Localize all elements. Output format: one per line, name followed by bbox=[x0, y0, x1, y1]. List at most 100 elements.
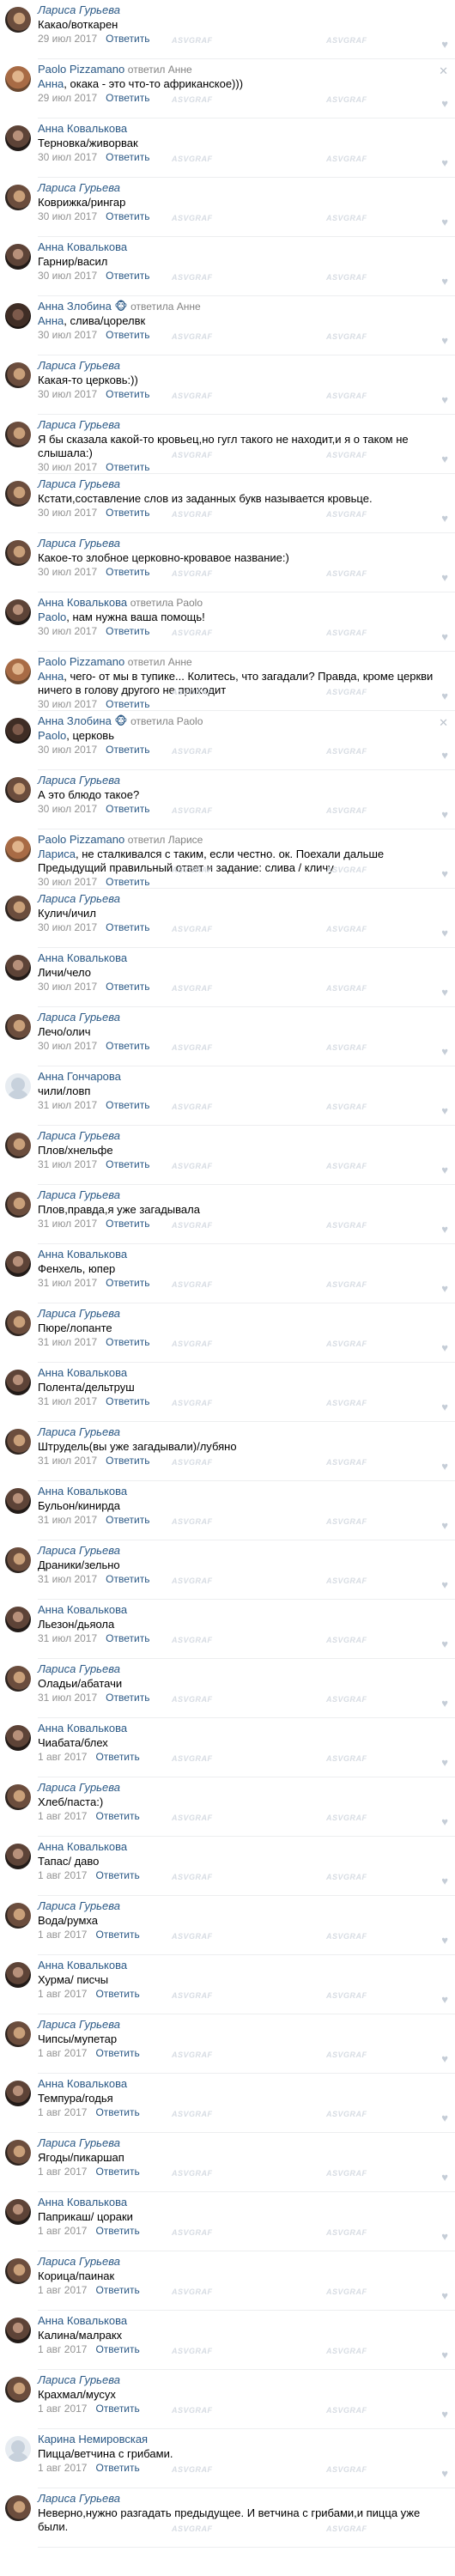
heart-icon[interactable]: ♥ bbox=[441, 2348, 448, 2361]
heart-icon[interactable]: ♥ bbox=[441, 1104, 448, 1117]
avatar[interactable] bbox=[5, 2436, 31, 2462]
mention-link[interactable]: Paolo bbox=[38, 729, 66, 742]
mention-link[interactable]: Paolo bbox=[38, 611, 66, 623]
reply-button[interactable]: Ответить bbox=[106, 1455, 149, 1467]
author-link[interactable]: Анна Ковалькова bbox=[38, 1603, 127, 1616]
comment-date[interactable]: 1 авг 2017 bbox=[38, 1869, 87, 1881]
avatar[interactable] bbox=[5, 1784, 31, 1810]
author-link[interactable]: Paolo Pizzamano bbox=[38, 63, 124, 76]
comment-date[interactable]: 31 июл 2017 bbox=[38, 1099, 97, 1111]
avatar[interactable] bbox=[5, 836, 31, 862]
comment-date[interactable]: 30 июл 2017 bbox=[38, 981, 97, 993]
reply-button[interactable]: Ответить bbox=[106, 507, 149, 519]
comment-date[interactable]: 30 июл 2017 bbox=[38, 151, 97, 163]
heart-icon[interactable]: ♥ bbox=[441, 1400, 448, 1413]
author-link[interactable]: Карина Немировская bbox=[38, 2433, 148, 2445]
mention-link[interactable]: Анна bbox=[38, 670, 64, 683]
author-link[interactable]: Анна Ковалькова bbox=[38, 1485, 127, 1498]
reply-button[interactable]: Ответить bbox=[106, 1336, 149, 1348]
author-link[interactable]: Лариса Гурьева bbox=[38, 477, 120, 490]
heart-icon[interactable]: ♥ bbox=[441, 512, 448, 525]
close-icon[interactable]: ✕ bbox=[439, 64, 448, 78]
heart-icon[interactable]: ♥ bbox=[441, 749, 448, 762]
reply-button[interactable]: Ответить bbox=[106, 744, 149, 756]
avatar[interactable] bbox=[5, 1607, 31, 1632]
heart-icon[interactable]: ♥ bbox=[441, 630, 448, 643]
comment-date[interactable]: 31 июл 2017 bbox=[38, 1336, 97, 1348]
author-link[interactable]: Анна Ковалькова bbox=[38, 2077, 127, 2090]
avatar[interactable] bbox=[5, 1073, 31, 1099]
reply-button[interactable]: Ответить bbox=[106, 1632, 149, 1644]
avatar[interactable] bbox=[5, 303, 31, 329]
comment-date[interactable]: 31 июл 2017 bbox=[38, 1455, 97, 1467]
reply-button[interactable]: Ответить bbox=[106, 1040, 149, 1052]
reply-button[interactable]: Ответить bbox=[95, 1751, 139, 1763]
author-link[interactable]: Лариса Гурьева bbox=[38, 181, 120, 194]
author-link[interactable]: Анна Ковалькова bbox=[38, 1959, 127, 1971]
avatar[interactable] bbox=[5, 185, 31, 210]
reply-button[interactable]: Ответить bbox=[106, 1277, 149, 1289]
comment-date[interactable]: 1 авг 2017 bbox=[38, 2284, 87, 2296]
author-link[interactable]: Лариса Гурьева bbox=[38, 892, 120, 905]
heart-icon[interactable]: ♥ bbox=[441, 927, 448, 939]
comment-date[interactable]: 30 июл 2017 bbox=[38, 461, 97, 473]
comment-date[interactable]: 31 июл 2017 bbox=[38, 1632, 97, 1644]
avatar[interactable] bbox=[5, 1666, 31, 1692]
reply-button[interactable]: Ответить bbox=[106, 329, 149, 341]
heart-icon[interactable]: ♥ bbox=[441, 156, 448, 169]
reply-button[interactable]: Ответить bbox=[106, 461, 149, 473]
reply-button[interactable]: Ответить bbox=[106, 210, 149, 222]
author-link[interactable]: Анна Ковалькова bbox=[38, 1366, 127, 1379]
author-link[interactable]: Анна Злобина 🐵 bbox=[38, 300, 127, 313]
heart-icon[interactable]: ♥ bbox=[441, 275, 448, 288]
avatar[interactable] bbox=[5, 422, 31, 447]
reply-button[interactable]: Ответить bbox=[95, 2284, 139, 2296]
reply-button[interactable]: Ответить bbox=[106, 388, 149, 400]
comment-date[interactable]: 30 июл 2017 bbox=[38, 1040, 97, 1052]
reply-button[interactable]: Ответить bbox=[106, 981, 149, 993]
heart-icon[interactable]: ♥ bbox=[441, 2467, 448, 2480]
author-link[interactable]: Лариса Гурьева bbox=[38, 2018, 120, 2031]
heart-icon[interactable]: ♥ bbox=[441, 2408, 448, 2421]
reply-button[interactable]: Ответить bbox=[106, 803, 149, 815]
avatar[interactable] bbox=[5, 777, 31, 803]
comment-date[interactable]: 1 авг 2017 bbox=[38, 2462, 87, 2474]
reply-button[interactable]: Ответить bbox=[106, 1514, 149, 1526]
comment-date[interactable]: 31 июл 2017 bbox=[38, 1218, 97, 1230]
author-link[interactable]: Анна Ковалькова bbox=[38, 951, 127, 964]
reply-button[interactable]: Ответить bbox=[106, 625, 149, 637]
avatar[interactable] bbox=[5, 2258, 31, 2284]
reply-button[interactable]: Ответить bbox=[95, 2166, 139, 2178]
author-link[interactable]: Анна Ковалькова bbox=[38, 1722, 127, 1735]
avatar[interactable] bbox=[5, 1370, 31, 1395]
comment-date[interactable]: 1 авг 2017 bbox=[38, 2047, 87, 2059]
reply-button[interactable]: Ответить bbox=[106, 1158, 149, 1170]
author-link[interactable]: Лариса Гурьева bbox=[38, 2255, 120, 2268]
heart-icon[interactable]: ♥ bbox=[441, 216, 448, 228]
heart-icon[interactable]: ♥ bbox=[441, 2230, 448, 2243]
avatar[interactable] bbox=[5, 1547, 31, 1573]
avatar[interactable] bbox=[5, 1844, 31, 1869]
heart-icon[interactable]: ♥ bbox=[441, 1460, 448, 1473]
author-link[interactable]: Лариса Гурьева bbox=[38, 537, 120, 550]
reply-button[interactable]: Ответить bbox=[106, 876, 149, 888]
comment-date[interactable]: 30 июл 2017 bbox=[38, 329, 97, 341]
heart-icon[interactable]: ♥ bbox=[441, 2111, 448, 2124]
reply-button[interactable]: Ответить bbox=[106, 1573, 149, 1585]
author-link[interactable]: Анна Ковалькова bbox=[38, 1840, 127, 1853]
comment-date[interactable]: 30 июл 2017 bbox=[38, 876, 97, 888]
comment-date[interactable]: 1 авг 2017 bbox=[38, 2343, 87, 2355]
comment-date[interactable]: 31 июл 2017 bbox=[38, 1277, 97, 1289]
avatar[interactable] bbox=[5, 2199, 31, 2225]
comment-date[interactable]: 29 июл 2017 bbox=[38, 33, 97, 45]
reply-button[interactable]: Ответить bbox=[106, 1218, 149, 1230]
author-link[interactable]: Лариса Гурьева bbox=[38, 1129, 120, 1142]
heart-icon[interactable]: ♥ bbox=[441, 867, 448, 880]
author-link[interactable]: Лариса Гурьева bbox=[38, 2373, 120, 2386]
author-link[interactable]: Paolo Pizzamano bbox=[38, 833, 124, 846]
author-link[interactable]: Лариса Гурьева bbox=[38, 418, 120, 431]
heart-icon[interactable]: ♥ bbox=[441, 2289, 448, 2302]
avatar[interactable] bbox=[5, 2140, 31, 2166]
reply-button[interactable]: Ответить bbox=[106, 566, 149, 578]
heart-icon[interactable]: ♥ bbox=[441, 690, 448, 702]
